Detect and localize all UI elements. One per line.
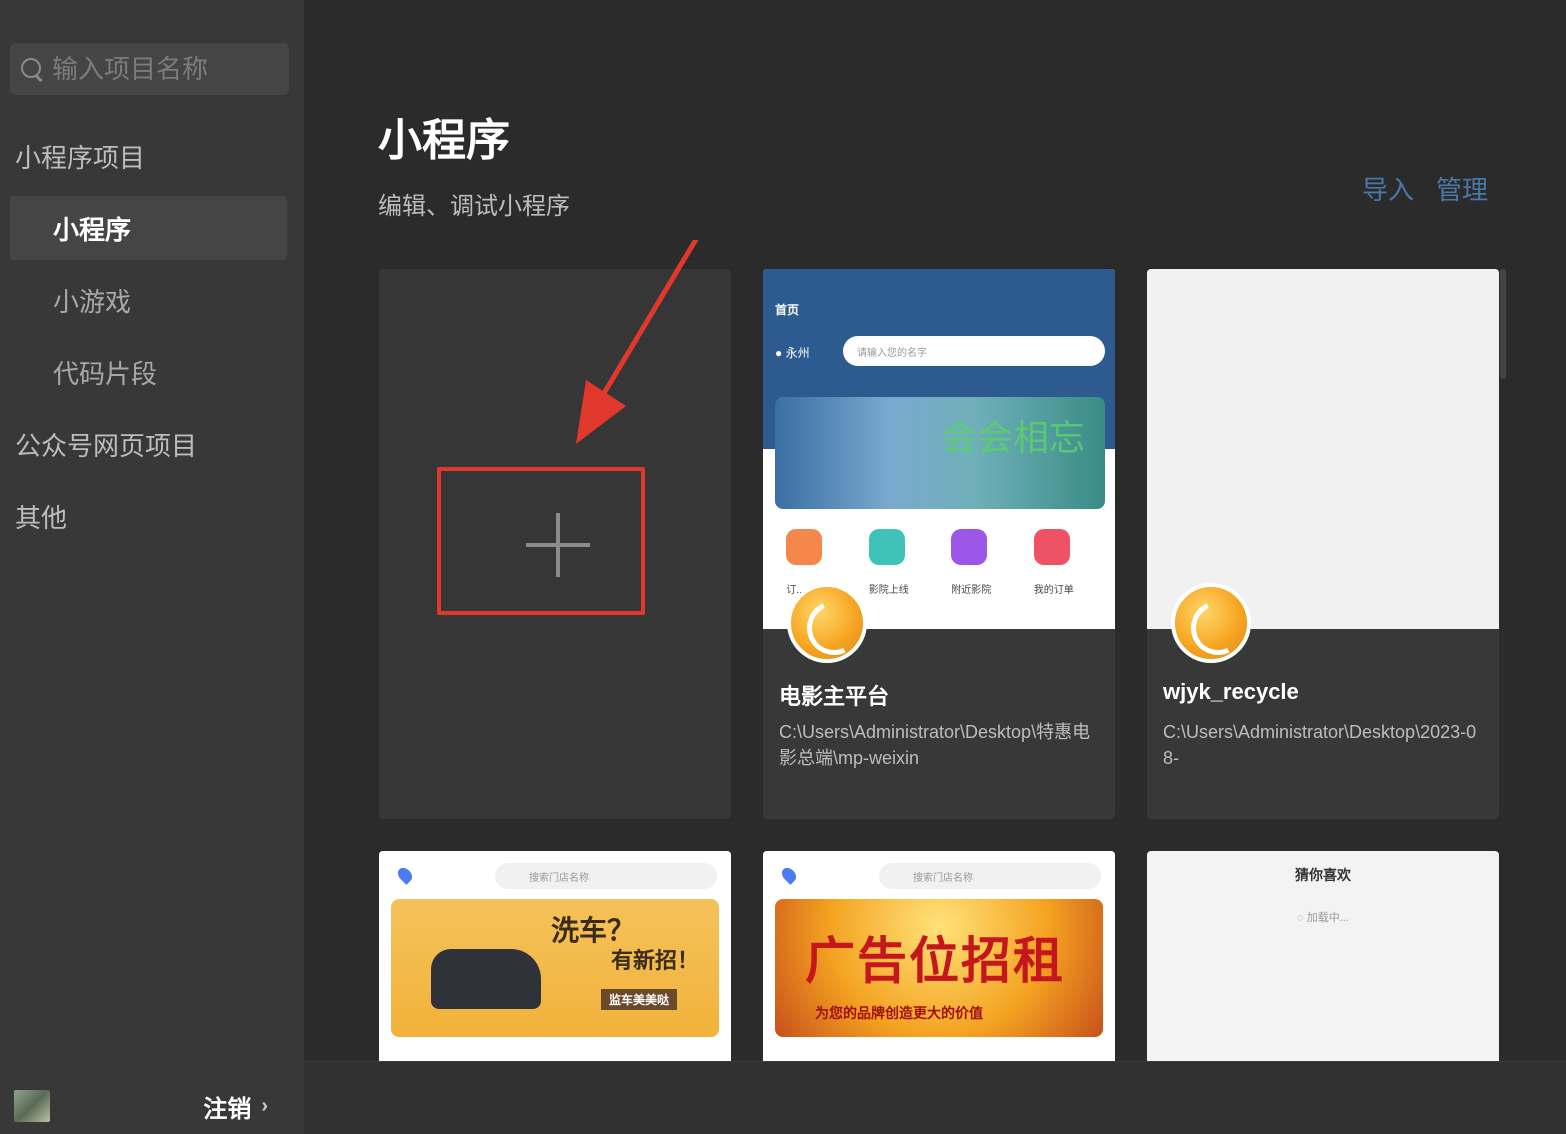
main-panel: 小程序 编辑、调试小程序 导入 管理 首页 ● 永州 请输入您的名字 会会相忘 … — [304, 0, 1566, 1134]
sidebar-item-miniprogram[interactable]: 小程序 — [10, 196, 287, 260]
thumb-banner-text: 会会相忘 — [940, 418, 1085, 459]
app-window: 小程序项目 小程序 小游戏 代码片段 公众号网页项目 其他 注销 › 小程序 编… — [0, 0, 1566, 1134]
thumb-banner: 洗车？ 有新招！ 监车美美哒 — [391, 899, 719, 1037]
project-card-movie-platform[interactable]: 首页 ● 永州 请输入您的名字 会会相忘 订.. 影院上线 附近影院 我的订单 … — [763, 269, 1115, 819]
location-pin-icon — [779, 865, 799, 885]
thumb-icon-label: 附近影院 — [951, 585, 992, 596]
sidebar-item-minigame[interactable]: 小游戏 — [10, 268, 287, 332]
thumb-banner: 会会相忘 — [775, 397, 1105, 509]
logout-label: 注销 — [203, 1095, 252, 1123]
car-icon — [431, 949, 541, 1009]
search-icon — [20, 57, 44, 81]
logout-button[interactable]: 注销 › — [203, 1089, 268, 1124]
thumb-icon-label: 影院上线 — [868, 585, 909, 596]
new-project-highlight[interactable] — [437, 467, 645, 615]
project-thumbnail: 首页 ● 永州 请输入您的名字 会会相忘 订.. 影院上线 附近影院 我的订单 — [763, 269, 1115, 629]
import-button[interactable]: 导入 — [1362, 170, 1414, 207]
thumb-icon-item: 附近影院 — [951, 521, 1011, 601]
location-pin-icon — [395, 865, 415, 885]
thumb-banner-sub: 为您的品牌创造更大的价值 — [815, 1005, 983, 1021]
page-subtitle: 编辑、调试小程序 — [378, 193, 570, 220]
thumb-search: 搜索门店名称 — [495, 863, 717, 889]
project-search[interactable] — [10, 43, 289, 95]
clock-icon — [868, 529, 905, 565]
film-reel-icon — [951, 529, 988, 565]
project-thumbnail: 搜索门店名称 洗车？ 有新招！ 监车美美哒 — [379, 851, 731, 1066]
thumb-loading: ◌ 加载中... — [1297, 912, 1349, 924]
order-icon — [1033, 529, 1070, 565]
chevron-right-icon: › — [261, 1094, 268, 1117]
thumb-banner-text: 广告位招租 — [805, 933, 1065, 989]
thumb-search: 搜索门店名称 — [879, 863, 1101, 889]
thumb-icon-item: 我的订单 — [1033, 521, 1094, 601]
project-path: C:\Users\Administrator\Desktop\2023-08- — [1163, 722, 1477, 768]
project-name: 电影主平台 — [779, 684, 890, 709]
thumb-icon-item: 影院上线 — [868, 521, 929, 601]
thumb-bg: 首页 ● 永州 请输入您的名字 会会相忘 订.. 影院上线 附近影院 我的订单 — [763, 269, 1115, 629]
manage-button[interactable]: 管理 — [1436, 170, 1488, 207]
thumb-location: ● 永州 — [775, 346, 810, 360]
thumb-title: 猜你喜欢 — [1295, 867, 1351, 883]
thumb-loading-text: 加载中... — [1306, 912, 1349, 924]
sidebar: 小程序项目 小程序 小游戏 代码片段 公众号网页项目 其他 注销 › — [0, 0, 304, 1134]
project-card-wjyk-recycle[interactable]: wjyk_recycle C:\Users\Administrator\Desk… — [1147, 269, 1499, 819]
project-thumbnail: 搜索门店名称 广告位招租 为您的品牌创造更大的价值 — [763, 851, 1115, 1066]
annotation-arrow-icon — [576, 240, 699, 444]
scrollbar[interactable] — [1500, 269, 1506, 379]
project-info: 电影主平台 C:\Users\Administrator\Desktop\特惠电… — [763, 583, 1115, 819]
plus-icon — [526, 513, 590, 577]
play-icon — [786, 529, 823, 565]
thumb-banner-line2: 有新招！ — [611, 948, 700, 973]
thumb-banner-tag: 监车美美哒 — [601, 989, 678, 1010]
thumb-icon-label: 我的订单 — [1033, 585, 1074, 596]
nav-section-official-account[interactable]: 公众号网页项目 — [15, 426, 197, 463]
bottom-bar — [304, 1061, 1566, 1134]
search-input[interactable] — [52, 53, 272, 85]
project-card-ads[interactable]: 搜索门店名称 广告位招租 为您的品牌创造更大的价值 — [763, 851, 1115, 1066]
thumb-location-text: 永州 — [785, 346, 810, 360]
nav-section-other[interactable]: 其他 — [15, 498, 67, 535]
project-thumbnail — [1147, 269, 1499, 629]
nav-section-miniprogram-projects[interactable]: 小程序项目 — [15, 138, 145, 175]
sidebar-item-code-snippets[interactable]: 代码片段 — [10, 340, 287, 404]
project-name: wjyk_recycle — [1163, 679, 1299, 704]
sidebar-footer: 注销 › — [0, 1078, 304, 1134]
thumb-banner: 广告位招租 为您的品牌创造更大的价值 — [775, 899, 1103, 1037]
project-info: wjyk_recycle C:\Users\Administrator\Desk… — [1147, 583, 1499, 819]
header-actions: 导入 管理 — [1362, 170, 1488, 207]
project-card-guess[interactable]: 猜你喜欢 ◌ 加载中... — [1147, 851, 1499, 1066]
app-logo-icon — [1171, 583, 1251, 663]
thumb-title: 首页 — [775, 303, 800, 317]
page-title: 小程序 — [378, 116, 510, 165]
app-logo-icon — [787, 583, 867, 663]
project-card-carwash[interactable]: 搜索门店名称 洗车？ 有新招！ 监车美美哒 — [379, 851, 731, 1066]
project-path: C:\Users\Administrator\Desktop\特惠电影总端\mp… — [779, 722, 1091, 768]
avatar[interactable] — [14, 1090, 50, 1122]
thumb-search: 请输入您的名字 — [843, 336, 1105, 366]
